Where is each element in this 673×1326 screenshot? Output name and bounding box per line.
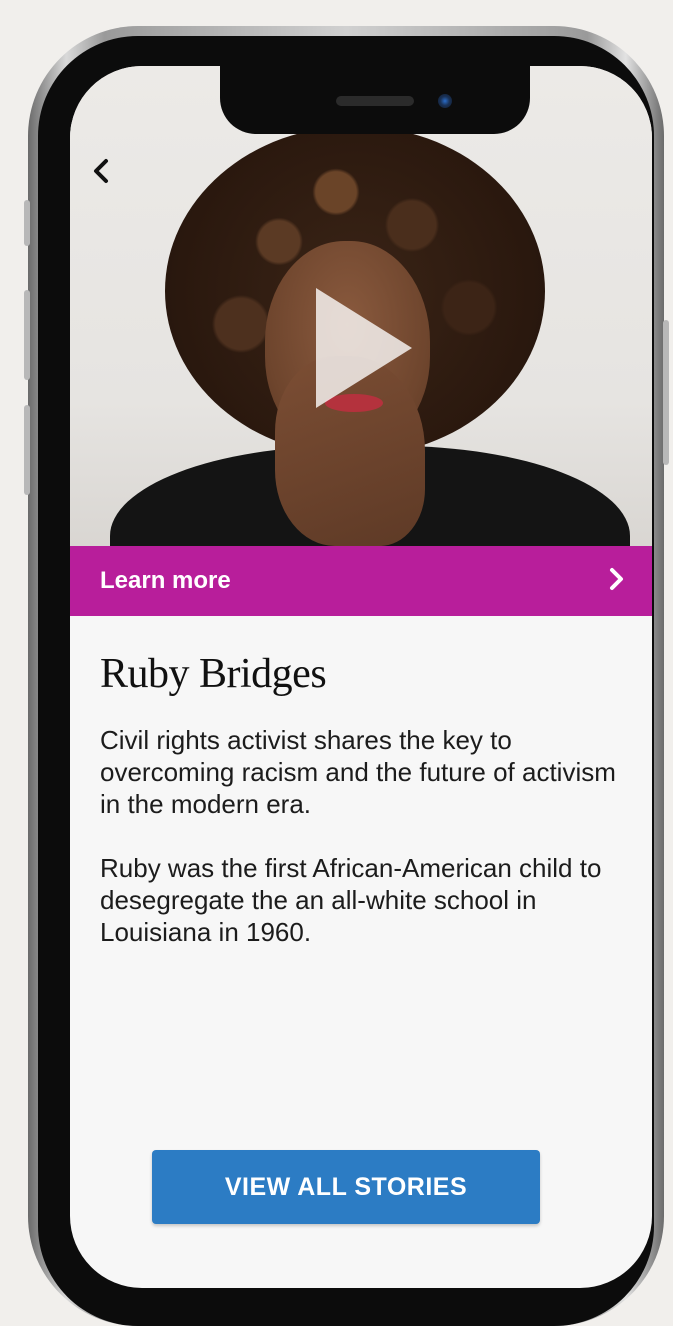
silent-switch	[24, 200, 30, 246]
view-all-stories-button[interactable]: VIEW ALL STORIES	[152, 1150, 540, 1224]
story-detail: Ruby was the first African-American chil…	[100, 853, 602, 947]
play-icon[interactable]	[316, 288, 412, 408]
front-camera	[438, 94, 452, 108]
learn-more-label: Learn more	[100, 567, 231, 594]
story-title: Ruby Bridges	[100, 651, 327, 697]
volume-up-button	[24, 290, 30, 380]
hero-video-thumbnail[interactable]	[70, 66, 652, 546]
story-summary: Civil rights activist shares the key to …	[100, 725, 616, 819]
volume-down-button	[24, 405, 30, 495]
phone-screen: Learn more Ruby Bridges Civil rights act…	[70, 66, 652, 1288]
learn-more-bar[interactable]: Learn more	[70, 546, 652, 616]
speaker-grille	[336, 96, 414, 106]
power-button	[663, 320, 669, 465]
chevron-left-icon[interactable]	[92, 158, 116, 183]
notch	[220, 66, 530, 134]
chevron-right-icon	[608, 567, 624, 596]
